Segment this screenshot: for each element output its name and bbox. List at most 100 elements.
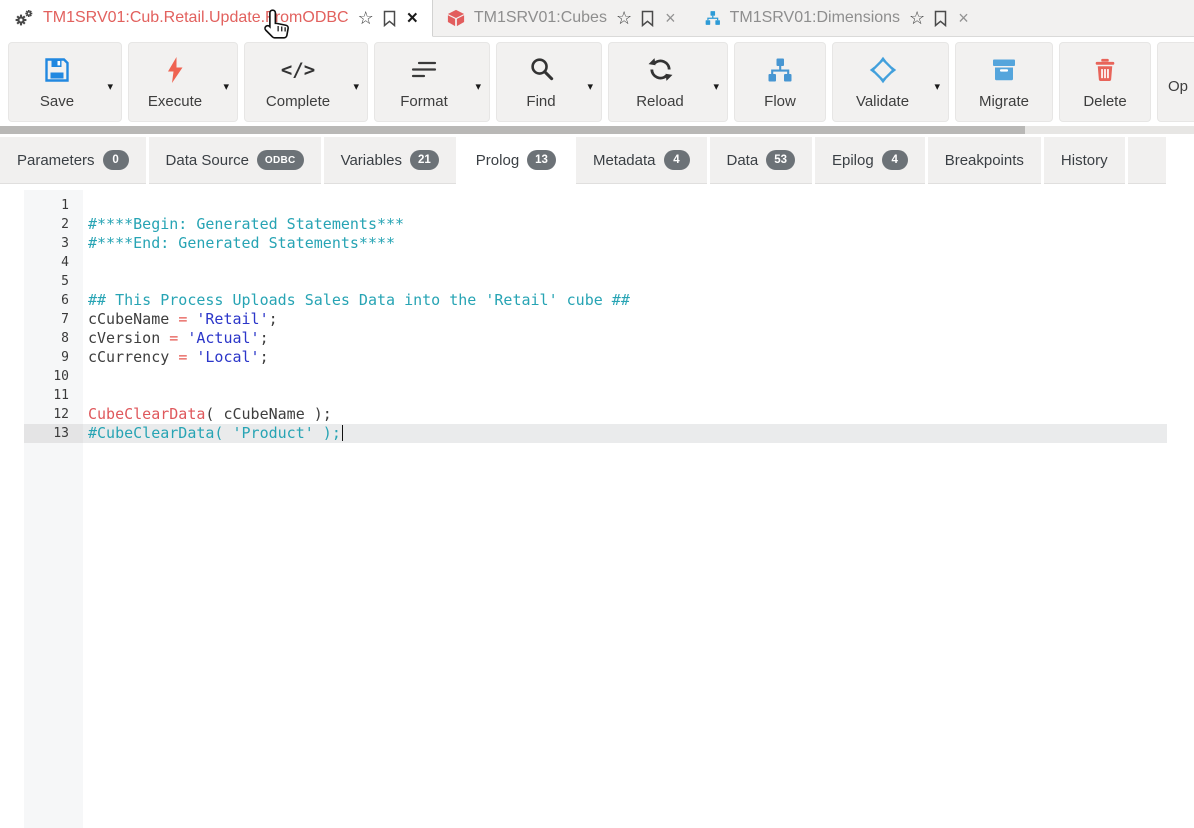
complete-icon: </> [281, 55, 315, 85]
close-icon[interactable]: × [407, 9, 418, 28]
format-button[interactable]: Format ▾ [374, 42, 490, 122]
close-icon[interactable]: × [958, 9, 969, 27]
complete-button[interactable]: </> Complete ▾ [244, 42, 368, 122]
code-token: 'Actual' [187, 329, 259, 347]
op-button[interactable]: Op [1157, 42, 1194, 122]
toolbar-button-label: Flow [764, 93, 796, 110]
delete-button[interactable]: Delete [1059, 42, 1151, 122]
code-token: #****End: Generated Statements**** [88, 234, 395, 252]
section-tab-label: Breakpoints [945, 152, 1024, 169]
toolbar-button-label: Find [526, 93, 555, 110]
caret-down-icon[interactable]: ▾ [353, 80, 359, 93]
tab-history[interactable]: History [1044, 137, 1125, 184]
star-icon[interactable]: ☆ [358, 9, 374, 27]
validate-icon [869, 55, 897, 85]
caret-down-icon[interactable]: ▾ [713, 80, 719, 93]
code-line[interactable]: cCubeName = 'Retail'; [83, 310, 1167, 329]
code-token: ## This Process Uploads Sales Data into … [88, 291, 630, 309]
code-line[interactable] [83, 196, 1167, 215]
code-token: ; [260, 329, 269, 347]
code-line[interactable] [83, 386, 1167, 405]
code-token: cVersion [88, 329, 169, 347]
code-editor[interactable]: 12345678910111213 #****Begin: Generated … [0, 190, 1194, 828]
close-icon[interactable]: × [665, 9, 676, 27]
code-token: 'Local' [196, 348, 259, 366]
cogs-icon [14, 9, 34, 27]
caret-down-icon[interactable]: ▾ [475, 80, 481, 93]
caret-down-icon[interactable]: ▾ [934, 80, 940, 93]
code-area[interactable]: #****Begin: Generated Statements***#****… [0, 190, 1194, 443]
migrate-button[interactable]: Migrate [955, 42, 1053, 122]
format-icon [410, 55, 438, 85]
validate-button[interactable]: Validate▾ [832, 42, 949, 122]
bookmark-icon[interactable] [934, 10, 947, 27]
execute-button[interactable]: Execute ▾ [128, 42, 238, 122]
flow-button[interactable]: Flow [734, 42, 826, 122]
code-token: #****Begin: Generated Statements*** [88, 215, 404, 233]
caret-down-icon[interactable]: ▾ [107, 80, 113, 93]
tab-data[interactable]: Data53 [710, 137, 812, 184]
tab-parameters[interactable]: Parameters0 [0, 137, 146, 184]
save-icon [43, 55, 71, 85]
toolbar-button-label: Migrate [979, 93, 1029, 110]
code-token: = [178, 310, 187, 328]
tab-breakpoints[interactable]: Breakpoints [928, 137, 1041, 184]
bookmark-icon[interactable] [641, 10, 654, 27]
code-token: ; [269, 310, 278, 328]
toolbar-button-label: Complete [266, 93, 330, 110]
star-icon[interactable]: ☆ [616, 9, 632, 27]
code-line[interactable]: #****Begin: Generated Statements*** [83, 215, 1167, 234]
caret-down-icon[interactable]: ▾ [587, 80, 593, 93]
code-line[interactable]: ## This Process Uploads Sales Data into … [83, 291, 1167, 310]
scrollbar-thumb[interactable] [0, 126, 1025, 134]
tab-data-source[interactable]: Data Source ODBC [149, 137, 321, 184]
code-token: 'Retail' [196, 310, 268, 328]
tab-metadata[interactable]: Metadata4 [576, 137, 707, 184]
tab-epilog[interactable]: Epilog4 [815, 137, 925, 184]
count-badge: 4 [664, 150, 690, 170]
toolbar-button-label: Delete [1083, 93, 1126, 110]
find-button[interactable]: Find ▾ [496, 42, 602, 122]
tab-bar-filler [983, 0, 1194, 37]
toolbar: Save▾Execute▾</>Complete▾Format▾Find▾Rel… [0, 37, 1194, 126]
migrate-icon [990, 55, 1018, 85]
toolbar-horizontal-scrollbar[interactable] [0, 126, 1194, 134]
find-icon [528, 55, 555, 85]
section-tabs-filler [1128, 137, 1166, 184]
code-line[interactable]: cCurrency = 'Local'; [83, 348, 1167, 367]
reload-button[interactable]: Reload▾ [608, 42, 728, 122]
code-line[interactable]: #****End: Generated Statements**** [83, 234, 1167, 253]
code-line[interactable] [83, 272, 1167, 291]
code-line[interactable]: cVersion = 'Actual'; [83, 329, 1167, 348]
window-tab-label: TM1SRV01:Dimensions [730, 9, 900, 27]
window-tab-label: TM1SRV01:Cubes [474, 9, 607, 27]
toolbar-button-label: Format [400, 93, 448, 110]
count-badge: ODBC [257, 150, 304, 170]
window-tab-bar: TM1SRV01:Cub.Retail.Update.FromODBC☆×TM1… [0, 0, 1194, 37]
bookmark-icon[interactable] [383, 10, 396, 27]
section-tab-label: Parameters [17, 152, 95, 169]
section-tab-label: Data Source [166, 152, 249, 169]
code-line[interactable]: #CubeClearData( 'Product' ); [83, 424, 1167, 443]
code-line[interactable] [83, 253, 1167, 272]
reload-icon [647, 55, 674, 85]
save-button[interactable]: Save ▾ [8, 42, 122, 122]
toolbar-button-label: Save [40, 93, 74, 110]
toolbar-button-label: Op [1168, 78, 1188, 95]
process-section-tabs: Parameters0 Data Source ODBC Variables21Pro… [0, 137, 1166, 184]
count-badge: 21 [410, 150, 439, 170]
tab-variables[interactable]: Variables21 [324, 137, 456, 184]
count-badge: 4 [882, 150, 908, 170]
caret-down-icon[interactable]: ▾ [223, 80, 229, 93]
window-tab-1[interactable]: TM1SRV01:Cub.Retail.Update.FromODBC☆× [0, 0, 433, 37]
toolbar-button-label: Execute [148, 93, 202, 110]
window-tab-2[interactable]: TM1SRV01:Cubes ☆ × [433, 0, 690, 37]
window-tab-3[interactable]: TM1SRV01:Dimensions ☆ × [690, 0, 983, 37]
sitemap-icon [704, 10, 721, 26]
code-line[interactable] [83, 367, 1167, 386]
count-badge: 13 [527, 150, 556, 170]
code-line[interactable]: CubeClearData( cCubeName ); [83, 405, 1167, 424]
tab-prolog[interactable]: Prolog13 [459, 137, 573, 184]
star-icon[interactable]: ☆ [909, 9, 925, 27]
code-token [178, 329, 187, 347]
